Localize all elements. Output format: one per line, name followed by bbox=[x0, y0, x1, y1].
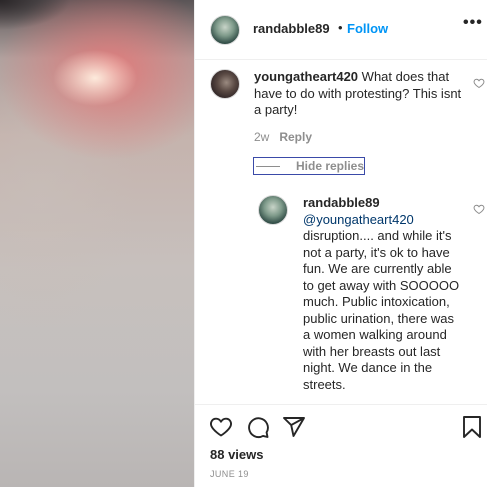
views-count[interactable]: 88 views bbox=[210, 447, 264, 462]
bookmark-icon[interactable] bbox=[461, 415, 483, 439]
author-avatar[interactable] bbox=[210, 15, 240, 45]
post-panel: randabble89 • Follow ••• youngatheart420… bbox=[194, 0, 487, 487]
comment-like-heart-icon[interactable] bbox=[473, 77, 485, 89]
video-dark-corner bbox=[0, 0, 80, 36]
separator-dot: • bbox=[338, 20, 343, 35]
reply-like-heart-icon[interactable] bbox=[473, 203, 485, 215]
replier-avatar[interactable] bbox=[258, 195, 288, 225]
post-header: randabble89 • Follow ••• bbox=[195, 0, 487, 60]
share-icon[interactable] bbox=[282, 415, 306, 439]
hide-replies-line bbox=[256, 165, 280, 167]
post-date[interactable]: JUNE 19 bbox=[210, 469, 249, 479]
hide-replies-label: Hide replies bbox=[296, 159, 365, 173]
more-options-icon[interactable]: ••• bbox=[463, 14, 483, 32]
commenter-username[interactable]: youngatheart420 bbox=[254, 69, 358, 84]
comment-text-block: youngatheart420 What does that have to d… bbox=[254, 69, 464, 119]
author-username[interactable]: randabble89 bbox=[253, 21, 330, 36]
comment-meta: 2w Reply bbox=[254, 130, 312, 144]
post-actions: 88 views JUNE 19 bbox=[195, 404, 487, 487]
commenter-avatar[interactable] bbox=[210, 69, 240, 99]
reply-body: disruption.... and while it's not a part… bbox=[303, 228, 460, 392]
reply-mention-link[interactable]: @youngatheart420 bbox=[303, 212, 414, 227]
reply-text-block: randabble89 @youngatheart420 disruption.… bbox=[303, 195, 463, 393]
post-video[interactable] bbox=[0, 0, 194, 487]
follow-button[interactable]: Follow bbox=[347, 21, 388, 36]
replier-username[interactable]: randabble89 bbox=[303, 195, 380, 210]
comment-time: 2w bbox=[254, 130, 270, 144]
like-heart-icon[interactable] bbox=[209, 415, 233, 439]
reply-button[interactable]: Reply bbox=[279, 130, 312, 144]
hide-replies-button[interactable]: Hide replies bbox=[252, 157, 366, 175]
comment-icon[interactable] bbox=[246, 415, 270, 439]
